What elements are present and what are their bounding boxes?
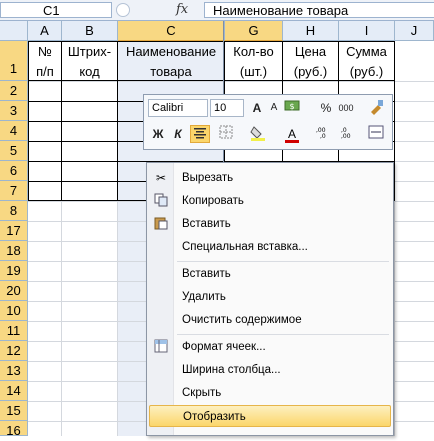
menu-item-delete[interactable]: Удалить — [149, 286, 391, 308]
column-header-j[interactable]: J — [395, 21, 434, 41]
menu-item-paste[interactable]: Вставить — [149, 213, 391, 235]
font-color-button[interactable]: A — [282, 125, 302, 143]
context-menu: ✂ Вырезать Копировать Вставить Специальн… — [146, 162, 394, 436]
decrease-decimal-icon[interactable]: ,00,0 — [314, 125, 334, 143]
row-header[interactable]: 15 — [0, 401, 28, 421]
accounting-format-icon[interactable]: $ — [282, 99, 302, 117]
copy-icon — [153, 193, 169, 209]
column-header-h[interactable]: H — [283, 21, 339, 41]
row-header[interactable]: 19 — [0, 261, 28, 281]
row-header[interactable]: 2 — [0, 81, 28, 101]
merge-cells-icon[interactable] — [366, 125, 386, 143]
menu-item-insert[interactable]: Вставить — [149, 263, 391, 285]
fill-color-icon[interactable] — [248, 125, 268, 143]
row-header[interactable]: 16 — [0, 421, 28, 438]
column-header-i[interactable]: I — [339, 21, 395, 41]
percent-style-button[interactable]: % — [316, 99, 336, 117]
menu-item-unhide[interactable]: Отобразить — [149, 405, 391, 427]
row-header[interactable]: 8 — [0, 201, 28, 221]
svg-text:,00: ,00 — [341, 133, 351, 139]
name-box[interactable]: C1 — [0, 2, 112, 18]
menu-item-copy[interactable]: Копировать — [149, 190, 391, 212]
column-header-g[interactable]: G — [225, 21, 283, 41]
font-size-box[interactable]: 10 — [210, 99, 244, 117]
mini-toolbar: Calibri 10 A A $ % 000 Ж К A ,00,0 ,0,00 — [143, 94, 393, 150]
comma-style-button[interactable]: 000 — [336, 99, 356, 117]
shrink-font-button[interactable]: A — [264, 99, 284, 117]
row-header[interactable]: 1 — [0, 41, 28, 81]
row-header[interactable]: 4 — [0, 121, 28, 141]
menu-item-format-cells[interactable]: Формат ячеек... — [149, 336, 391, 358]
row-header[interactable]: 13 — [0, 361, 28, 381]
table-header-cell[interactable]: Цена (руб.) — [283, 41, 339, 81]
insert-function-icon[interactable]: fx — [176, 2, 188, 17]
table-header-cell[interactable]: Наименование товара — [118, 41, 225, 81]
row-header[interactable]: 6 — [0, 161, 28, 181]
column-header-b[interactable]: B — [62, 21, 118, 41]
format-painter-icon[interactable] — [366, 99, 386, 117]
formula-bar: C1 fx Наименование товара — [0, 0, 434, 21]
name-box-scroll-icon[interactable] — [116, 3, 130, 17]
table-header-cell[interactable]: Штрих-код — [62, 41, 118, 81]
format-cells-icon — [153, 339, 169, 355]
menu-item-column-width[interactable]: Ширина столбца... — [149, 359, 391, 381]
row-header[interactable]: 3 — [0, 101, 28, 121]
borders-icon[interactable] — [216, 125, 236, 143]
menu-item-paste-special[interactable]: Специальная вставка... — [149, 236, 391, 258]
row-header[interactable]: 20 — [0, 281, 28, 301]
row-header[interactable]: 7 — [0, 181, 28, 201]
svg-text:,0: ,0 — [320, 133, 326, 139]
align-center-icon[interactable] — [190, 125, 210, 143]
row-header[interactable]: 17 — [0, 221, 28, 241]
row-header[interactable]: 11 — [0, 321, 28, 341]
table-header-cell[interactable]: Сумма (руб.) — [339, 41, 395, 81]
italic-button[interactable]: К — [168, 125, 188, 143]
menu-item-cut[interactable]: ✂ Вырезать — [149, 167, 391, 189]
increase-decimal-icon[interactable]: ,0,00 — [339, 125, 359, 143]
row-header[interactable]: 5 — [0, 141, 28, 161]
row-header[interactable]: 12 — [0, 341, 28, 361]
table-header-cell[interactable]: № п/п — [28, 41, 62, 81]
menu-item-clear-contents[interactable]: Очистить содержимое — [149, 309, 391, 331]
paste-icon — [153, 216, 169, 232]
menu-item-hide[interactable]: Скрыть — [149, 382, 391, 404]
select-all-corner[interactable] — [0, 21, 28, 41]
row-header[interactable]: 14 — [0, 381, 28, 401]
row-header[interactable]: 18 — [0, 241, 28, 261]
row-header[interactable]: 10 — [0, 301, 28, 321]
formula-input[interactable]: Наименование товара — [204, 2, 434, 18]
column-header-a[interactable]: A — [28, 21, 62, 41]
svg-text:$: $ — [289, 102, 294, 111]
scissors-icon: ✂ — [155, 171, 167, 185]
font-name-box[interactable]: Calibri — [148, 99, 208, 117]
bold-button[interactable]: Ж — [148, 125, 168, 143]
table-header-cell[interactable]: Кол-во (шт.) — [225, 41, 283, 81]
column-header-c[interactable]: C — [118, 21, 225, 41]
